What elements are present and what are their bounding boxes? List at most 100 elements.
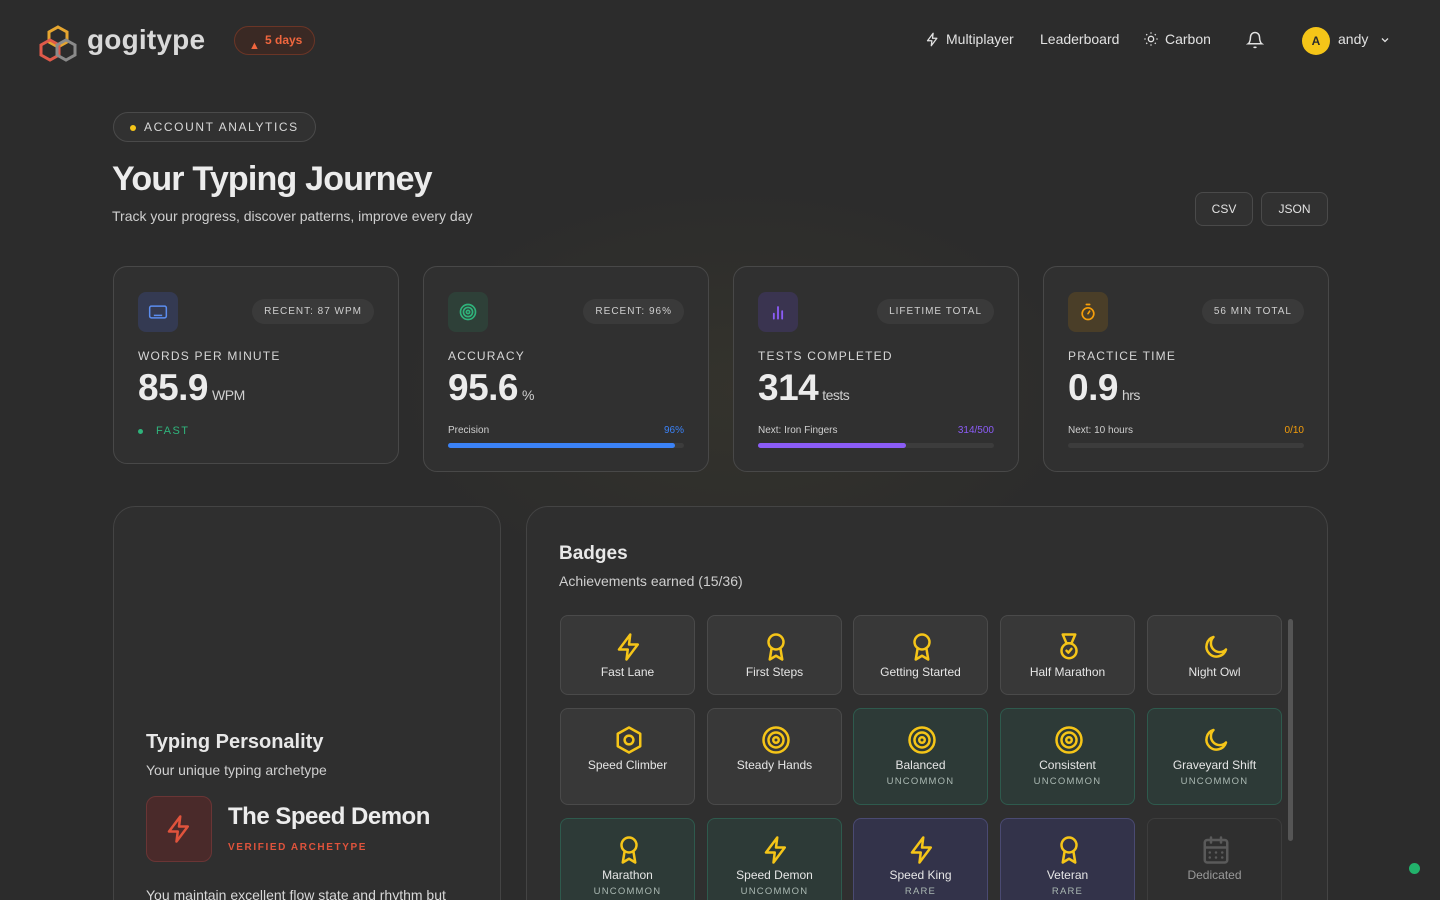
tests-progress-label: Next: Iron Fingers	[758, 425, 838, 436]
badge-card[interactable]: Speed King RARE	[853, 818, 988, 900]
lightning-icon	[926, 32, 938, 46]
archetype-verified-label: VERIFIED ARCHETYPE	[228, 842, 368, 853]
award-icon	[1060, 836, 1078, 864]
tests-value-row: 314 tests	[758, 367, 850, 409]
accuracy-value-row: 95.6%	[448, 367, 534, 409]
time-progress-track	[1068, 443, 1304, 448]
avatar[interactable]: A	[1302, 27, 1330, 55]
personality-title: Typing Personality	[146, 731, 324, 753]
export-csv-button[interactable]: CSV	[1195, 192, 1253, 226]
badge-card[interactable]: Consistent UNCOMMON	[1000, 708, 1135, 805]
badge-card[interactable]: First Steps	[707, 615, 842, 695]
award-icon	[767, 633, 785, 661]
theme-switcher[interactable]: Carbon	[1143, 31, 1211, 47]
accuracy-value: 95.6	[448, 367, 519, 408]
archetype-description: You maintain excellent flow state and rh…	[146, 887, 446, 900]
tests-progress-value: 314/500	[957, 425, 994, 436]
badge-card[interactable]: Veteran RARE	[1000, 818, 1135, 900]
speed-tag: FAST	[138, 425, 190, 437]
time-value: 0.9	[1068, 367, 1118, 408]
award-icon	[620, 836, 638, 864]
award-icon	[913, 633, 931, 661]
streak-label: 5 days	[265, 33, 303, 47]
wpm-recent-chip: RECENT: 87 WPM	[252, 299, 374, 324]
tests-progress-fill	[758, 443, 907, 448]
flame-icon: ▲	[249, 40, 260, 52]
time-progress-label: Next: 10 hours	[1068, 425, 1134, 436]
badge-name: Speed Demon	[736, 868, 813, 882]
badge-card[interactable]: Speed Demon UNCOMMON	[707, 818, 842, 900]
badges-subtitle: Achievements earned (15/36)	[559, 573, 743, 589]
accuracy-progress-fill	[448, 443, 675, 448]
badge-name: Getting Started	[880, 665, 961, 679]
lightning-icon	[764, 836, 786, 864]
bell-icon[interactable]	[1246, 31, 1264, 49]
wpm-unit: WPM	[212, 387, 245, 403]
streak-badge[interactable]: ▲ 5 days	[234, 26, 316, 55]
target-icon	[1055, 726, 1083, 754]
theme-label: Carbon	[1165, 31, 1211, 47]
brand-name[interactable]: gogitype	[87, 24, 205, 56]
accuracy-label: ACCURACY	[448, 349, 525, 363]
sun-icon	[1144, 32, 1158, 46]
personality-subtitle: Your unique typing archetype	[146, 762, 327, 778]
tests-label: TESTS COMPLETED	[758, 349, 893, 363]
section-pill: ACCOUNT ANALYTICS	[113, 112, 316, 142]
accuracy-progress-track	[448, 443, 684, 448]
accuracy-progress-value: 96%	[663, 425, 684, 436]
hexagon-icon	[616, 726, 642, 754]
badge-card[interactable]: Marathon UNCOMMON	[560, 818, 695, 900]
time-value-row: 0.9 hrs	[1068, 367, 1140, 409]
archetype-name: The Speed Demon	[228, 803, 430, 830]
badge-name: Speed Climber	[587, 758, 668, 772]
tests-unit: tests	[822, 387, 850, 403]
nav-multiplayer[interactable]: Multiplayer	[925, 31, 1014, 47]
badge-card[interactable]: Balanced UNCOMMON	[853, 708, 988, 805]
accuracy-progress-label: Precision	[448, 425, 490, 436]
stat-card-wpm: RECENT: 87 WPM WORDS PER MINUTE 85.9 WPM …	[113, 266, 399, 464]
badge-name: Veteran	[1046, 868, 1089, 882]
badge-card[interactable]: Dedicated	[1147, 818, 1282, 900]
badge-rarity: UNCOMMON	[1033, 776, 1102, 787]
badge-name: First Steps	[745, 665, 804, 679]
nav-leaderboard[interactable]: Leaderboard	[1040, 31, 1119, 47]
badge-name: Consistent	[1039, 758, 1096, 772]
section-pill-label: ACCOUNT ANALYTICS	[144, 120, 299, 134]
stat-card-tests: LIFETIME TOTAL TESTS COMPLETED 314 tests …	[733, 266, 1019, 472]
badge-name: Speed King	[889, 868, 952, 882]
wpm-label: WORDS PER MINUTE	[138, 349, 281, 363]
user-name[interactable]: andy	[1338, 31, 1368, 47]
badge-rarity: UNCOMMON	[740, 886, 809, 897]
chevron-down-icon[interactable]	[1379, 34, 1391, 46]
export-json-button[interactable]: JSON	[1261, 192, 1328, 226]
badge-card[interactable]: Night Owl	[1147, 615, 1282, 695]
time-label: PRACTICE TIME	[1068, 349, 1177, 363]
badges-title: Badges	[559, 543, 628, 564]
badges-panel: Badges Achievements earned (15/36) Fast …	[526, 506, 1328, 900]
typing-personality-panel: Typing Personality Your unique typing ar…	[113, 506, 501, 900]
page-subtitle: Track your progress, discover patterns, …	[112, 208, 473, 224]
target-icon	[448, 292, 488, 332]
tests-value: 314	[758, 367, 819, 408]
badge-name: Half Marathon	[1029, 665, 1106, 679]
nav-leaderboard-label: Leaderboard	[1040, 31, 1120, 47]
badge-rarity: UNCOMMON	[1180, 776, 1249, 787]
lightning-icon	[617, 633, 639, 661]
badge-card[interactable]: Fast Lane	[560, 615, 695, 695]
badge-rarity: RARE	[904, 886, 937, 897]
badge-card[interactable]: Getting Started	[853, 615, 988, 695]
badge-rarity: UNCOMMON	[886, 776, 955, 787]
lightning-icon	[910, 836, 932, 864]
badge-name: Steady Hands	[736, 758, 813, 772]
badge-card[interactable]: Steady Hands	[707, 708, 842, 805]
nav-multiplayer-label: Multiplayer	[946, 31, 1014, 47]
badges-scrollbar[interactable]	[1288, 619, 1293, 841]
badge-name: Fast Lane	[600, 665, 655, 679]
badge-card[interactable]: Half Marathon	[1000, 615, 1135, 695]
target-icon	[908, 726, 936, 754]
badge-card[interactable]: Speed Climber	[560, 708, 695, 805]
gogitype-logo-icon[interactable]	[38, 25, 78, 63]
connection-status-dot	[1409, 863, 1420, 874]
badge-name: Marathon	[602, 868, 653, 882]
badge-card[interactable]: Graveyard Shift UNCOMMON	[1147, 708, 1282, 805]
